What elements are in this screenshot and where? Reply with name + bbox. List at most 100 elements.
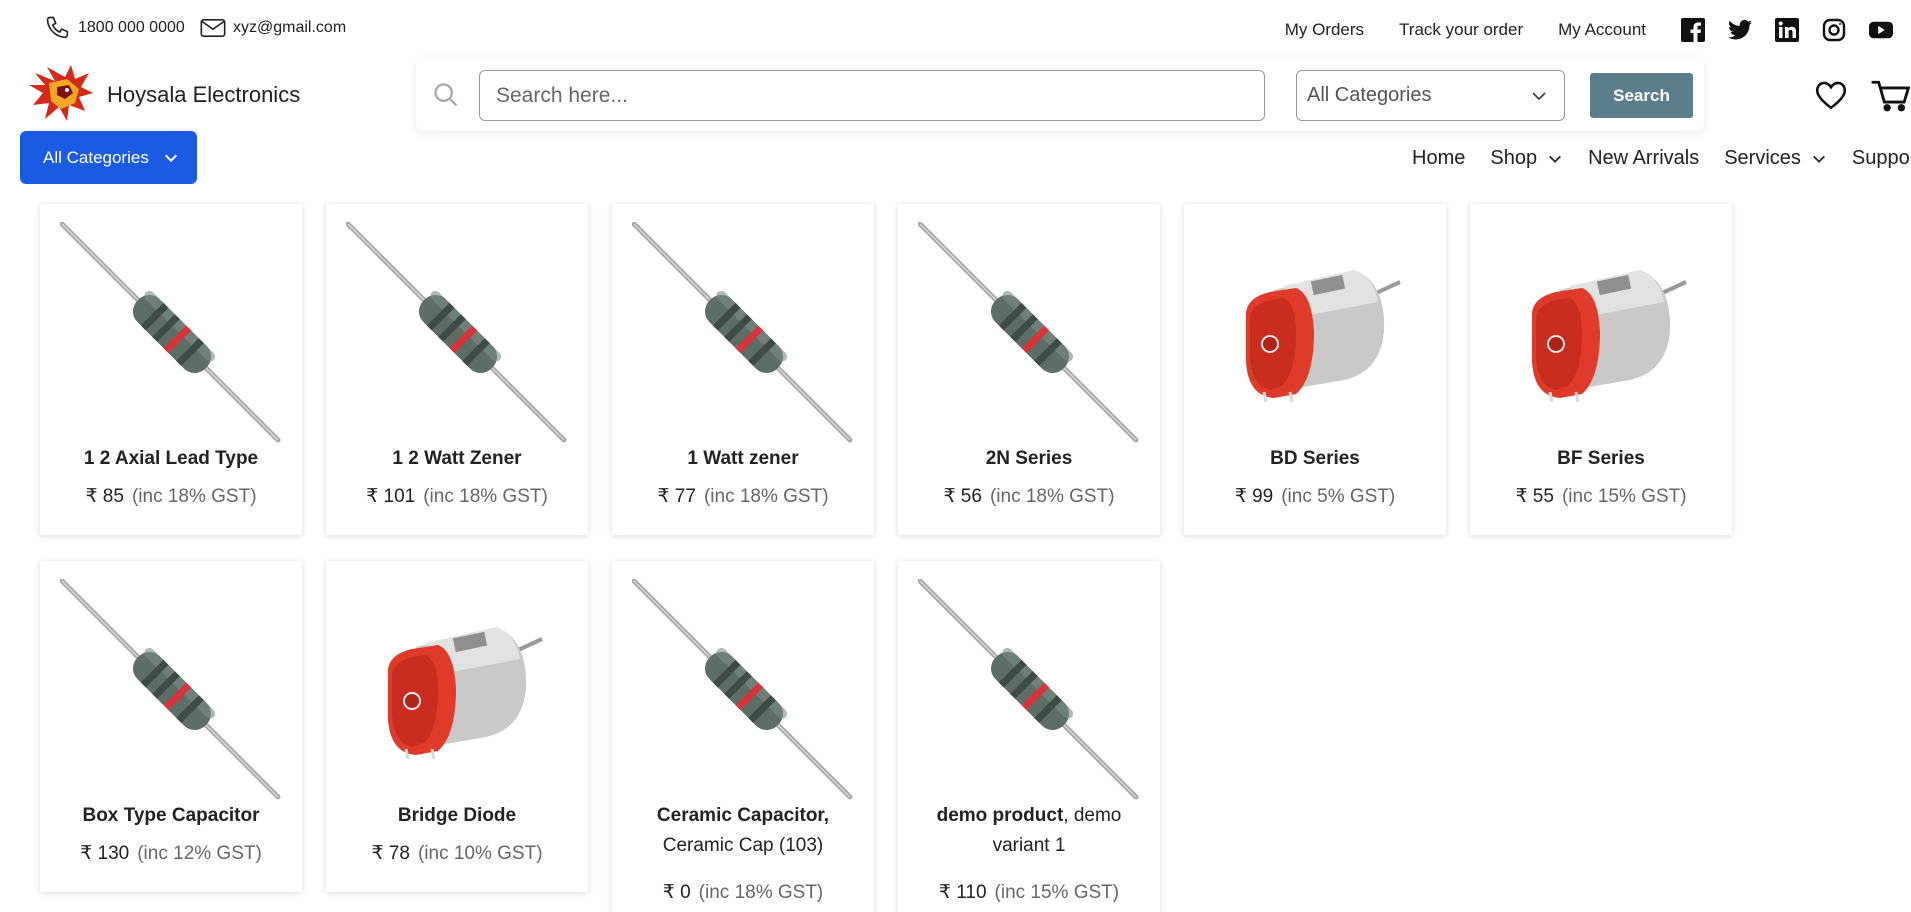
- product-tax-note: (inc 10% GST): [417, 843, 543, 864]
- product-card[interactable]: Box Type Capacitor ₹ 130 (inc 12% GST): [40, 561, 302, 892]
- product-name[interactable]: Box Type Capacitor: [50, 801, 292, 831]
- product-price-value: ₹ 85: [85, 486, 124, 507]
- category-select[interactable]: All Categories: [1296, 70, 1565, 121]
- search-button[interactable]: Search: [1590, 73, 1693, 118]
- search-input[interactable]: [479, 70, 1265, 121]
- product-image[interactable]: [59, 221, 282, 444]
- product-price-value: ₹ 101: [366, 486, 416, 507]
- product-price: ₹ 78 (inc 10% GST): [326, 842, 588, 865]
- brand-logo[interactable]: [27, 63, 94, 125]
- product-price: ₹ 0 (inc 18% GST): [612, 881, 874, 904]
- all-categories-button[interactable]: All Categories: [20, 131, 197, 184]
- product-card[interactable]: 1 Watt zener ₹ 77 (inc 18% GST): [612, 204, 874, 535]
- product-card[interactable]: 2N Series ₹ 56 (inc 18% GST): [898, 204, 1160, 535]
- nav-home-label: Home: [1412, 147, 1466, 169]
- product-tax-note: (inc 5% GST): [1281, 486, 1396, 507]
- product-price: ₹ 85 (inc 18% GST): [40, 485, 302, 508]
- twitter-icon[interactable]: [1728, 18, 1752, 42]
- product-name[interactable]: 2N Series: [908, 444, 1150, 474]
- product-tax-note: (inc 15% GST): [994, 882, 1120, 903]
- nav-home[interactable]: Home: [1412, 147, 1465, 170]
- product-name-bold: BF Series: [1557, 448, 1645, 469]
- product-name[interactable]: Ceramic Capacitor, Ceramic Cap (103): [622, 801, 864, 861]
- product-name-bold: 2N Series: [985, 448, 1073, 469]
- chevron-down-icon: [1549, 155, 1562, 163]
- product-price-value: ₹ 56: [943, 486, 982, 507]
- cart-icon[interactable]: [1870, 78, 1910, 112]
- product-name-bold: 1 2 Axial Lead Type: [83, 448, 259, 469]
- product-price-value: ₹ 55: [1515, 486, 1554, 507]
- facebook-icon[interactable]: [1681, 18, 1705, 42]
- product-image[interactable]: [345, 221, 568, 444]
- all-categories-label: All Categories: [43, 147, 149, 167]
- chevron-down-icon: [1812, 155, 1825, 163]
- product-name-bold: BD Series: [1270, 448, 1360, 469]
- product-price: ₹ 77 (inc 18% GST): [612, 485, 874, 508]
- main-nav: Home Shop New Arrivals Services Support: [1412, 147, 1911, 170]
- product-price-value: ₹ 0: [662, 882, 691, 903]
- product-image[interactable]: [631, 221, 854, 444]
- nav-services[interactable]: Services: [1724, 147, 1827, 170]
- nav-shop[interactable]: Shop: [1490, 147, 1563, 170]
- product-image[interactable]: [59, 578, 282, 801]
- nav-support-label: Support: [1851, 147, 1911, 169]
- brand-name[interactable]: Hoysala Electronics: [107, 82, 300, 108]
- mail-icon: [200, 19, 226, 37]
- product-image[interactable]: [917, 578, 1140, 801]
- product-name-variant: Ceramic Cap (103): [662, 835, 824, 856]
- product-name[interactable]: 1 Watt zener: [622, 444, 864, 474]
- product-image[interactable]: [631, 578, 854, 801]
- product-name[interactable]: BF Series: [1480, 444, 1722, 474]
- product-price-value: ₹ 130: [80, 843, 130, 864]
- product-image[interactable]: [917, 221, 1140, 444]
- chevron-down-icon: [1532, 92, 1546, 101]
- product-price: ₹ 110 (inc 15% GST): [898, 881, 1160, 904]
- nav-services-label: Services: [1724, 147, 1801, 169]
- product-price-value: ₹ 78: [371, 843, 410, 864]
- nav-new-arrivals[interactable]: New Arrivals: [1588, 147, 1699, 170]
- product-image[interactable]: [1204, 222, 1426, 444]
- nav-new-arrivals-label: New Arrivals: [1588, 147, 1700, 169]
- product-price-value: ₹ 99: [1234, 486, 1274, 507]
- product-name[interactable]: demo product, demo variant 1: [908, 801, 1150, 861]
- product-card[interactable]: demo product, demo variant 1 ₹ 110 (inc 15…: [898, 561, 1160, 912]
- product-price-value: ₹ 110: [938, 882, 987, 903]
- top-links: My Orders Track your order My Account: [1285, 18, 1911, 42]
- product-tax-note: (inc 12% GST): [137, 843, 262, 864]
- instagram-icon[interactable]: [1822, 18, 1846, 42]
- product-price: ₹ 101 (inc 18% GST): [326, 485, 588, 508]
- product-image[interactable]: [1490, 222, 1712, 444]
- product-card[interactable]: BF Series ₹ 55 (inc 15% GST): [1470, 204, 1732, 535]
- product-card[interactable]: Bridge Diode ₹ 78 (inc 10% GST): [326, 561, 588, 892]
- product-name[interactable]: 1 2 Axial Lead Type: [50, 444, 292, 474]
- my-orders-link[interactable]: My Orders: [1285, 20, 1364, 40]
- product-card[interactable]: BD Series ₹ 99 (inc 5% GST): [1184, 204, 1446, 535]
- my-account-link[interactable]: My Account: [1558, 20, 1646, 40]
- product-image[interactable]: [346, 579, 568, 801]
- youtube-icon[interactable]: [1869, 18, 1893, 42]
- product-price: ₹ 55 (inc 15% GST): [1470, 485, 1732, 508]
- product-card[interactable]: 1 2 Axial Lead Type ₹ 85 (inc 18% GST): [40, 204, 302, 535]
- product-name[interactable]: BD Series: [1194, 444, 1436, 474]
- nav-support[interactable]: Support: [1852, 147, 1911, 170]
- linkedin-icon[interactable]: [1775, 18, 1799, 42]
- product-price-value: ₹ 77: [657, 486, 696, 507]
- product-name-bold: Bridge Diode: [397, 805, 517, 826]
- product-tax-note: (inc 18% GST): [703, 486, 829, 507]
- wishlist-heart-icon[interactable]: [1814, 78, 1848, 112]
- email-address: xyz@gmail.com: [233, 19, 347, 36]
- email-contact[interactable]: xyz@gmail.com: [199, 14, 346, 42]
- nav-shop-label: Shop: [1490, 147, 1538, 169]
- product-card[interactable]: 1 2 Watt Zener ₹ 101 (inc 18% GST): [326, 204, 588, 535]
- product-tax-note: (inc 15% GST): [1561, 486, 1687, 507]
- phone-contact[interactable]: 1800 000 0000: [44, 14, 185, 42]
- social-links: [1681, 18, 1893, 42]
- product-tax-note: (inc 18% GST): [989, 486, 1115, 507]
- product-name[interactable]: Bridge Diode: [336, 801, 578, 831]
- product-card[interactable]: Ceramic Capacitor, Ceramic Cap (103) ₹ 0 (…: [612, 561, 874, 912]
- product-name-bold: 1 Watt zener: [687, 448, 799, 469]
- product-name[interactable]: 1 2 Watt Zener: [336, 444, 578, 474]
- track-order-link[interactable]: Track your order: [1399, 20, 1523, 40]
- product-tax-note: (inc 18% GST): [423, 486, 548, 507]
- product-tax-note: (inc 18% GST): [131, 486, 257, 507]
